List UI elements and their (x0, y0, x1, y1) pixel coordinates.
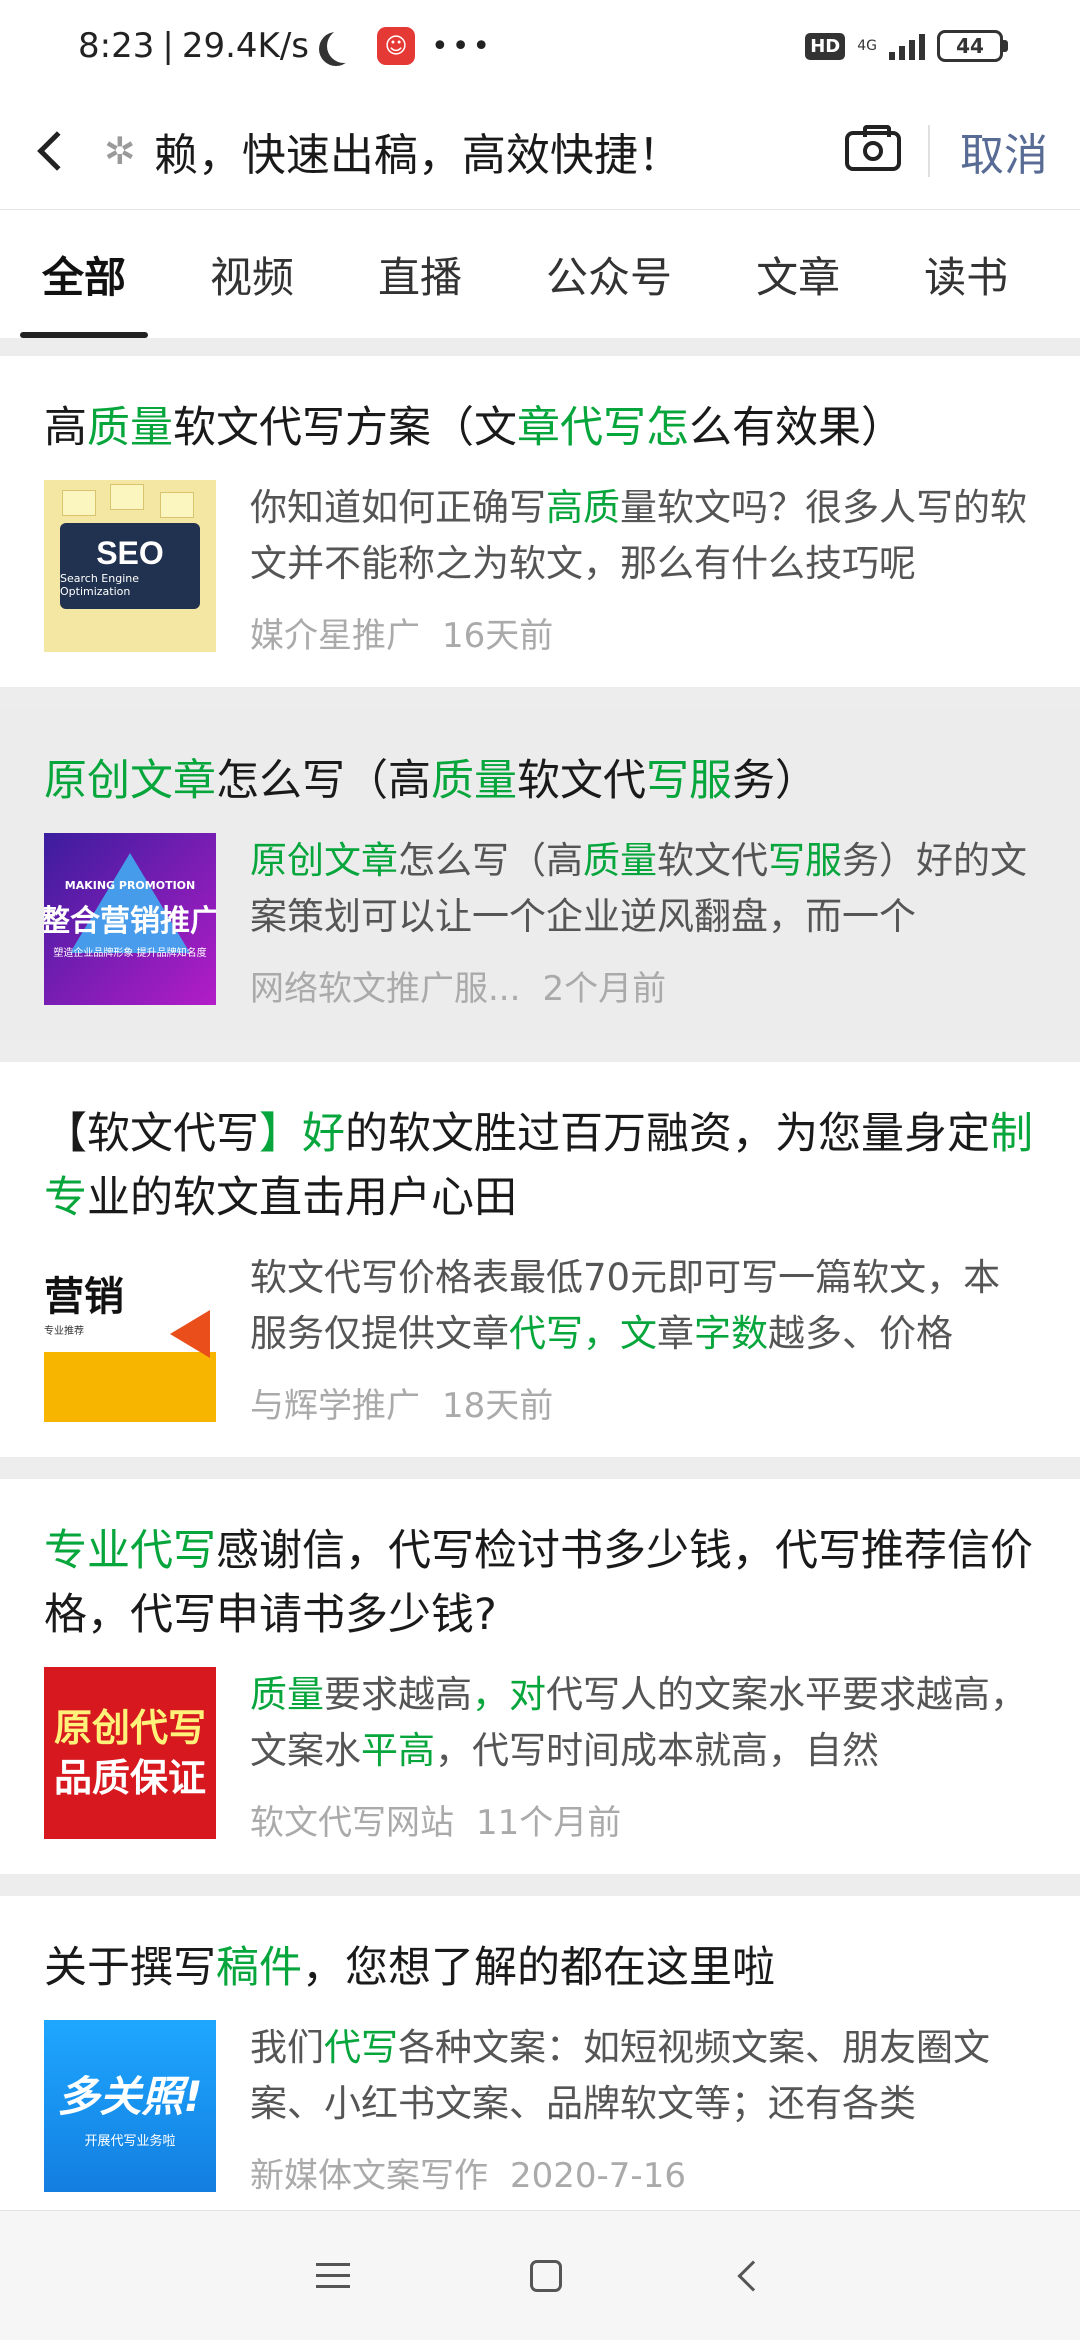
result-meta: 与辉学推广 18天前 (250, 1378, 1036, 1427)
sparkle-icon: ✲ (104, 128, 136, 173)
battery-level: 44 (956, 34, 984, 58)
result-thumbnail: 原创代写 品质保证 (44, 1667, 216, 1839)
result-snippet: 质量要求越高，对代写人的文案水平要求越高，文案水平高，代写时间成本就高，自然 (250, 1673, 1027, 1772)
search-input[interactable]: ✲ 赖，快速出稿，高效快捷！ (104, 92, 828, 210)
status-time: 8:23 (78, 26, 155, 66)
status-bar: 8:23 | 29.4K/s ☺ ••• HD 4G 44 (0, 0, 1080, 92)
menu-icon[interactable] (316, 2263, 350, 2288)
tab-video[interactable]: 视频 (188, 210, 316, 338)
home-icon[interactable] (530, 2259, 562, 2292)
network-type: 4G (857, 38, 877, 54)
search-query: 赖，快速出稿，高效快捷！ (153, 129, 682, 181)
result-card[interactable]: 原创文章怎么写（高质量软文代写服务） MAKING PROMOTION 整合营销… (0, 709, 1080, 1040)
result-snippet: 软文代写价格表最低70元即可写一篇软文，本服务仅提供文章代写，文章字数越多、价格 (250, 1256, 1001, 1355)
result-meta: 网络软文推广服... 2个月前 (250, 961, 1036, 1010)
result-card[interactable]: 专业代写感谢信，代写检讨书多少钱，代写推荐信价格，代写申请书多少钱? 原创代写 … (0, 1479, 1080, 1874)
result-snippet: 你知道如何正确写高质量软文吗？很多人写的软文并不能称之为软文，那么有什么技巧呢 (250, 486, 1027, 585)
result-source: 媒介星推广 (250, 616, 420, 656)
tab-books[interactable]: 读书 (902, 210, 1030, 338)
signal-icon (889, 32, 925, 60)
result-time: 2020-7-16 (510, 2156, 686, 2196)
camera-icon (845, 124, 901, 171)
result-meta: 新媒体文案写作 2020-7-16 (250, 2148, 1036, 2197)
result-title: 专业代写感谢信，代写检讨书多少钱，代写推荐信价格，代写申请书多少钱? (44, 1526, 1033, 1640)
result-card[interactable]: 高质量软文代写方案（文章代写怎么有效果） SEO Search Engine O… (0, 356, 1080, 687)
result-title: 原创文章怎么写（高质量软文代写服务） (44, 756, 818, 806)
moon-icon (327, 29, 361, 63)
megaphone-icon (170, 1310, 210, 1358)
category-tabs: 全部 视频 直播 公众号 文章 读书 音 (0, 210, 1080, 338)
cancel-button[interactable]: 取消 (960, 119, 1048, 183)
more-notifications-icon: ••• (431, 28, 494, 64)
result-source: 网络软文推广服... (250, 969, 521, 1009)
chevron-left-icon (37, 130, 77, 171)
result-title: 高质量软文代写方案（文章代写怎么有效果） (44, 403, 904, 453)
result-time: 2个月前 (542, 969, 667, 1009)
result-time: 16天前 (442, 616, 554, 656)
seo-laptop-graphic: SEO Search Engine Optimization (60, 523, 200, 609)
result-card[interactable]: 关于撰写稿件，您想了解的都在这里啦 多关照! 开展代写业务啦 我们代写各种文案：… (0, 1896, 1080, 2227)
result-thumbnail: SEO Search Engine Optimization (44, 480, 216, 652)
header-divider (928, 124, 930, 177)
results-list: 高质量软文代写方案（文章代写怎么有效果） SEO Search Engine O… (0, 356, 1080, 2249)
result-title: 关于撰写稿件，您想了解的都在这里啦 (44, 1943, 775, 1993)
network-indicator: 4G (857, 39, 877, 53)
tab-all[interactable]: 全部 (20, 210, 149, 338)
tab-articles[interactable]: 文章 (734, 210, 862, 338)
status-left: 8:23 | 29.4K/s ☺ ••• (78, 26, 493, 66)
result-time: 11个月前 (476, 1803, 622, 1843)
result-snippet: 原创文章怎么写（高质量软文代写服务）好的文案策划可以让一个企业逆风翻盘，而一个 (250, 839, 1027, 938)
result-meta: 媒介星推广 16天前 (250, 608, 1036, 657)
result-snippet: 我们代写各种文案：如短视频文案、朋友圈文案、小红书文案、品牌软文等；还有各类 (250, 2026, 990, 2125)
result-thumbnail: 多关照! 开展代写业务啦 (44, 2020, 216, 2192)
back-button[interactable] (0, 92, 104, 210)
result-source: 新媒体文案写作 (250, 2156, 488, 2196)
app-notification-icon: ☺ (377, 27, 415, 65)
system-nav-bar (0, 2210, 1080, 2340)
status-right: HD 4G 44 (805, 30, 1008, 62)
back-icon[interactable] (737, 2259, 769, 2292)
result-source: 与辉学推广 (250, 1386, 420, 1426)
result-title: 【软文代写】好的软文胜过百万融资，为您量身定制专业的软文直击用户心田 (44, 1109, 1033, 1223)
tab-music[interactable]: 音 (1070, 210, 1080, 338)
result-source: 软文代写网站 (250, 1803, 454, 1843)
hd-icon: HD (805, 32, 846, 60)
tab-live[interactable]: 直播 (356, 210, 484, 338)
status-separator: | (162, 26, 174, 66)
tab-official-accounts[interactable]: 公众号 (524, 210, 694, 338)
camera-button[interactable] (828, 92, 918, 210)
battery-icon: 44 (937, 30, 1008, 62)
result-time: 18天前 (442, 1386, 554, 1426)
result-card[interactable]: 【软文代写】好的软文胜过百万融资，为您量身定制专业的软文直击用户心田 营销 专业… (0, 1062, 1080, 1457)
result-thumbnail: 营销 专业推荐 (44, 1250, 216, 1422)
search-header: ✲ 赖，快速出稿，高效快捷！ 取消 (0, 92, 1080, 210)
status-net-speed: 29.4K/s (181, 26, 309, 66)
result-meta: 软文代写网站 11个月前 (250, 1795, 1036, 1844)
result-thumbnail: MAKING PROMOTION 整合营销推广 塑造企业品牌形象 提升品牌知名度 (44, 833, 216, 1005)
